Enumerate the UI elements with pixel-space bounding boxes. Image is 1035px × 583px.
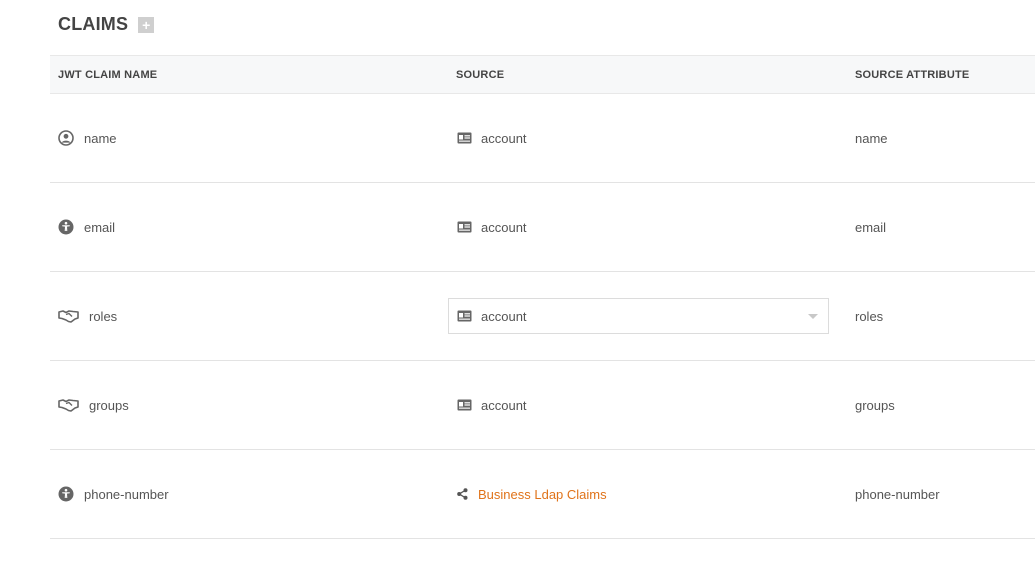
id-card-icon: [456, 130, 472, 146]
source-label: account: [481, 397, 527, 413]
accessibility-icon: [58, 486, 74, 502]
id-card-icon: [456, 397, 472, 413]
share-icon: [456, 486, 469, 502]
handshake-icon: [58, 397, 79, 413]
column-header-source[interactable]: SOURCE: [456, 69, 504, 81]
source-attribute: phone-number: [855, 486, 940, 502]
source-link[interactable]: Business Ldap Claims: [478, 487, 607, 502]
source-attribute-cell: name: [855, 94, 888, 182]
source-cell: account: [456, 94, 527, 182]
id-card-icon: [456, 219, 472, 235]
table-row: email account email: [50, 183, 1035, 272]
section-title: CLAIMS: [58, 14, 129, 34]
source-cell: account: [456, 361, 527, 449]
claim-name: name: [84, 130, 117, 146]
claim-name: email: [84, 219, 116, 235]
claims-table: JWT CLAIM NAME SOURCE SOURCE ATTRIBUTE n…: [50, 55, 1035, 539]
claim-name: roles: [89, 308, 118, 324]
claim-name-cell: roles: [58, 272, 117, 360]
source-cell: Business Ldap Claims: [456, 450, 607, 538]
id-card-icon: [456, 308, 472, 324]
source-select-value: account: [481, 308, 527, 324]
source-attribute-cell: email: [855, 183, 886, 271]
claim-name: phone-number: [84, 486, 169, 502]
user-circle-icon: [58, 130, 74, 146]
table-row: phone-number Business Ldap Claims phone-…: [50, 450, 1035, 539]
source-attribute: name: [855, 130, 888, 146]
source-attribute: groups: [855, 397, 895, 413]
source-label: account: [481, 219, 527, 235]
column-header-claim-name[interactable]: JWT CLAIM NAME: [58, 69, 157, 81]
source-cell: account: [456, 183, 527, 271]
source-attribute-cell: phone-number: [855, 450, 940, 538]
source-attribute-cell: roles: [855, 272, 883, 360]
table-row: name account name: [50, 94, 1035, 183]
chevron-down-icon[interactable]: [808, 314, 818, 319]
table-row: groups account groups: [50, 361, 1035, 450]
source-attribute: roles: [855, 308, 884, 324]
column-header-source-attribute[interactable]: SOURCE ATTRIBUTE: [855, 69, 969, 81]
accessibility-icon: [58, 219, 74, 235]
source-select[interactable]: account: [448, 298, 829, 334]
add-claim-button[interactable]: +: [138, 16, 155, 33]
claim-name-cell: phone-number: [58, 450, 169, 538]
source-attribute: email: [855, 219, 887, 235]
claim-name-cell: email: [58, 183, 115, 271]
claim-name-cell: name: [58, 94, 117, 182]
table-header: JWT CLAIM NAME SOURCE SOURCE ATTRIBUTE: [50, 55, 1035, 94]
handshake-icon: [58, 308, 79, 324]
table-row: roles account roles: [50, 272, 1035, 361]
claim-name: groups: [89, 397, 129, 413]
source-label: account: [481, 130, 527, 146]
source-attribute-cell: groups: [855, 361, 895, 449]
claims-header: CLAIMS +: [58, 14, 155, 35]
claim-name-cell: groups: [58, 361, 129, 449]
